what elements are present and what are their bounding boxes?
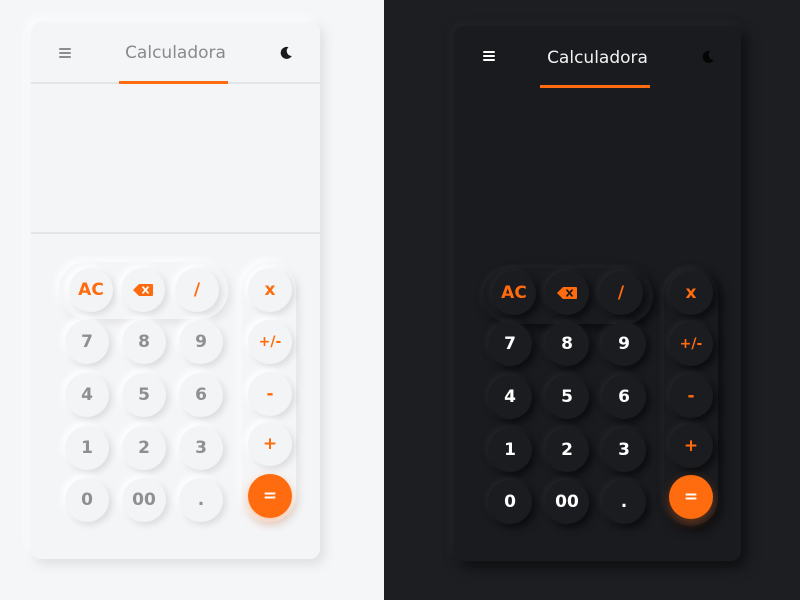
key-1[interactable]: 1	[488, 428, 532, 472]
backspace-icon	[557, 287, 577, 299]
key-5[interactable]: 5	[545, 375, 589, 419]
app-title: Calculadora	[547, 48, 648, 68]
key-6[interactable]: 6	[179, 373, 223, 417]
sign-toggle-button[interactable]: +/-	[248, 320, 292, 364]
key-4[interactable]: 4	[65, 373, 109, 417]
key-4[interactable]: 4	[488, 375, 532, 419]
sign-toggle-button[interactable]: +/-	[669, 322, 713, 366]
key-00[interactable]: 00	[545, 480, 589, 524]
key-0[interactable]: 0	[488, 480, 532, 524]
moon-icon[interactable]	[278, 45, 294, 61]
key-6[interactable]: 6	[602, 375, 646, 419]
equals-button[interactable]: =	[248, 474, 292, 518]
key-9[interactable]: 9	[602, 322, 646, 366]
key-3[interactable]: 3	[602, 428, 646, 472]
multiply-button[interactable]: x	[248, 268, 292, 312]
key-3[interactable]: 3	[179, 426, 223, 470]
backspace-button[interactable]	[545, 271, 589, 315]
key-2[interactable]: 2	[545, 428, 589, 472]
moon-icon[interactable]	[700, 49, 716, 65]
key-9[interactable]: 9	[179, 320, 223, 364]
app-title: Calculadora	[125, 43, 226, 63]
calculator-dark: Calculadora AC / 7 8 9 4 5 6 1 2 3 0 00 …	[454, 26, 741, 561]
backspace-icon	[133, 284, 153, 296]
plus-button[interactable]: +	[669, 424, 713, 468]
backspace-button[interactable]	[121, 268, 165, 312]
key-7[interactable]: 7	[488, 322, 532, 366]
dark-theme-panel: Calculadora AC / 7 8 9 4 5 6 1 2 3 0 00 …	[384, 0, 800, 600]
plus-button[interactable]: +	[248, 422, 292, 466]
key-8[interactable]: 8	[122, 320, 166, 364]
key-00[interactable]: 00	[122, 478, 166, 522]
minus-button[interactable]: -	[248, 372, 292, 416]
divide-button[interactable]: /	[175, 268, 219, 312]
key-7[interactable]: 7	[65, 320, 109, 364]
minus-button[interactable]: -	[669, 374, 713, 418]
clear-button[interactable]: AC	[492, 271, 536, 315]
app-header: Calculadora	[31, 22, 320, 84]
multiply-button[interactable]: x	[669, 271, 713, 315]
key-0[interactable]: 0	[65, 478, 109, 522]
decimal-button[interactable]: .	[179, 478, 223, 522]
calculator-light: Calculadora AC / 7 8 9 4 5 6 1 2 3 0 00 …	[31, 22, 320, 559]
equals-button[interactable]: =	[669, 475, 713, 519]
display	[31, 84, 320, 234]
key-5[interactable]: 5	[122, 373, 166, 417]
app-header: Calculadora	[454, 26, 741, 88]
divide-button[interactable]: /	[599, 271, 643, 315]
key-1[interactable]: 1	[65, 426, 109, 470]
display	[454, 88, 741, 238]
decimal-button[interactable]: .	[602, 480, 646, 524]
key-8[interactable]: 8	[545, 322, 589, 366]
clear-button[interactable]: AC	[69, 268, 113, 312]
light-theme-panel: Calculadora AC / 7 8 9 4 5 6 1 2 3 0 00 …	[0, 0, 384, 600]
key-2[interactable]: 2	[122, 426, 166, 470]
